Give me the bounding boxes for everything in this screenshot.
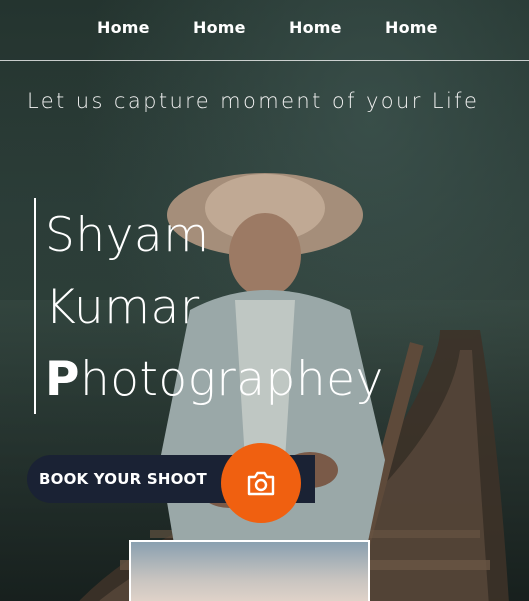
title-line-1: Shyam xyxy=(45,208,210,263)
title-line-2: Kumar xyxy=(45,280,200,335)
top-navigation: Home Home Home Home xyxy=(0,0,529,61)
title-line-3-rest: hotographey xyxy=(79,352,384,407)
title-line-3-initial: P xyxy=(45,352,80,407)
nav-item-home-2[interactable]: Home xyxy=(193,18,246,37)
camera-icon xyxy=(247,471,275,496)
gallery-thumbnail[interactable] xyxy=(129,540,370,601)
camera-button[interactable] xyxy=(221,443,301,523)
hero-tagline: Let us capture moment of your Life xyxy=(27,89,480,113)
hero-title: Shyam Kumar Photographey xyxy=(45,200,384,416)
book-shoot-label[interactable]: BOOK YOUR SHOOT xyxy=(39,470,207,488)
nav-item-home-4[interactable]: Home xyxy=(385,18,438,37)
nav-item-home-1[interactable]: Home xyxy=(97,18,150,37)
nav-item-home-3[interactable]: Home xyxy=(289,18,342,37)
title-accent-bar xyxy=(34,198,36,414)
